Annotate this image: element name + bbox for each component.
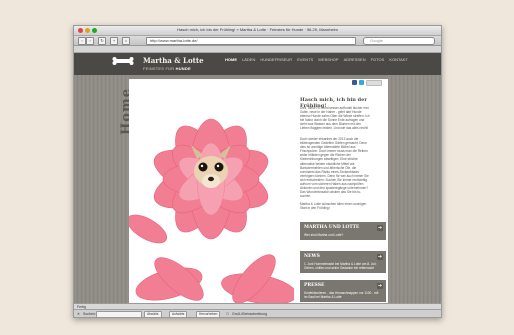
card-presse[interactable]: PRESSE Konfektionieren - das Heuaschnapp…	[300, 280, 386, 302]
find-input[interactable]	[96, 311, 142, 317]
nav-webshop[interactable]: WEBSHOP	[318, 57, 338, 62]
browser-window: Hasch mich, ich bin der Frühling! » Mart…	[73, 25, 442, 318]
article-paragraph: Martha & Lotte wünschen allen einen sonn…	[300, 202, 367, 211]
arrow-right-icon[interactable]: ➔	[377, 254, 383, 260]
nav-adressen[interactable]: ADRESSEN	[344, 57, 366, 62]
content-panel: Hasch mich, ich bin der Frühling! Dieli,…	[129, 79, 388, 303]
site-tagline: FEINSTES FÜR HUNDE	[143, 66, 191, 71]
find-case-label: Groß-/Kleinschreibung	[232, 312, 268, 316]
address-bar[interactable]: http://www.martha-lotte.de/	[146, 37, 356, 45]
facebook-icon[interactable]	[352, 80, 357, 85]
bookmark-share-button[interactable]	[366, 80, 382, 86]
card-title: PRESSE	[304, 283, 325, 288]
dog-flower-photo	[129, 79, 294, 303]
add-bookmark-button[interactable]: +	[110, 37, 118, 45]
nav-home[interactable]: HOME	[225, 57, 237, 62]
tagline-part-a: FEINSTES FÜR	[143, 66, 175, 71]
tagline-part-b: HUNDE	[175, 66, 191, 71]
arrow-right-icon[interactable]: ➔	[377, 225, 383, 231]
find-highlight-button[interactable]: Hervorheben	[196, 311, 221, 317]
find-next-button[interactable]: Aufwärts	[169, 311, 188, 317]
card-subtitle: Konfektionieren - das Heuaschnappen vor …	[304, 291, 379, 299]
page-viewport: Martha & Lotte FEINSTES FÜR HUNDE HOME L…	[74, 53, 441, 303]
find-case-checkbox[interactable]: ☐	[226, 310, 229, 317]
browser-toolbar: ‹ › ↻ + ⌂ http://www.martha-lotte.de/ Go…	[74, 36, 441, 46]
forward-button[interactable]: ›	[86, 37, 94, 45]
nav-hundefriseur[interactable]: HUNDEFRISEUR	[260, 57, 292, 62]
article-paragraph: Dieli, diese Hi- bund sesser auffordel f…	[300, 106, 370, 131]
find-label: Suchen:	[83, 312, 96, 316]
wood-background-right	[388, 53, 441, 303]
reload-button[interactable]: ↻	[98, 37, 106, 45]
card-subtitle: 1. Juni Hummelmarkt bei Martha & Lotte a…	[304, 262, 377, 270]
close-find-icon[interactable]: ✕	[77, 310, 80, 317]
card-title: NEWS	[304, 254, 320, 259]
arrow-right-icon[interactable]: ➔	[377, 283, 383, 289]
home-button[interactable]: ⌂	[122, 37, 130, 45]
card-news[interactable]: NEWS 1. Juni Hummelmarkt bei Martha & Lo…	[300, 251, 386, 273]
twitter-icon[interactable]	[359, 80, 364, 85]
site-logo[interactable]: Martha & Lotte	[143, 56, 204, 65]
nav-fotos[interactable]: FOTOS	[371, 57, 385, 62]
nav-kontakt[interactable]: KONTAKT	[389, 57, 408, 62]
find-prev-button[interactable]: Abwärts	[144, 311, 162, 317]
card-martha-und-lotte[interactable]: MARTHA UND LOTTE Wer sind Martha und Lot…	[300, 222, 386, 240]
social-buttons	[352, 80, 382, 86]
window-title: Hasch mich, ich bin der Frühling! » Mart…	[177, 27, 338, 32]
nav-events[interactable]: EVENTS	[297, 57, 313, 62]
nav-laeden[interactable]: LÄDEN	[242, 57, 255, 62]
main-nav: HOME LÄDEN HUNDEFRISEUR EVENTS WEBSHOP A…	[225, 57, 408, 62]
bookmarks-bar	[74, 46, 441, 53]
bone-logo-icon	[112, 57, 134, 65]
title-bar: Hasch mich, ich bin der Frühling! » Mart…	[74, 26, 441, 36]
card-subtitle: Wer sind Martha und Lotte?	[304, 233, 344, 237]
search-field[interactable]: Google	[363, 37, 435, 45]
back-button[interactable]: ‹	[78, 37, 86, 45]
card-title: MARTHA UND LOTTE	[304, 225, 360, 230]
article-paragraph: Doch wieder erwartnet der 2013 auch die …	[300, 137, 369, 199]
find-bar: ✕ Suchen: Abwärts Aufwärts Hervorheben ☐…	[74, 309, 441, 317]
site-header: Martha & Lotte FEINSTES FÜR HUNDE HOME L…	[74, 53, 441, 75]
